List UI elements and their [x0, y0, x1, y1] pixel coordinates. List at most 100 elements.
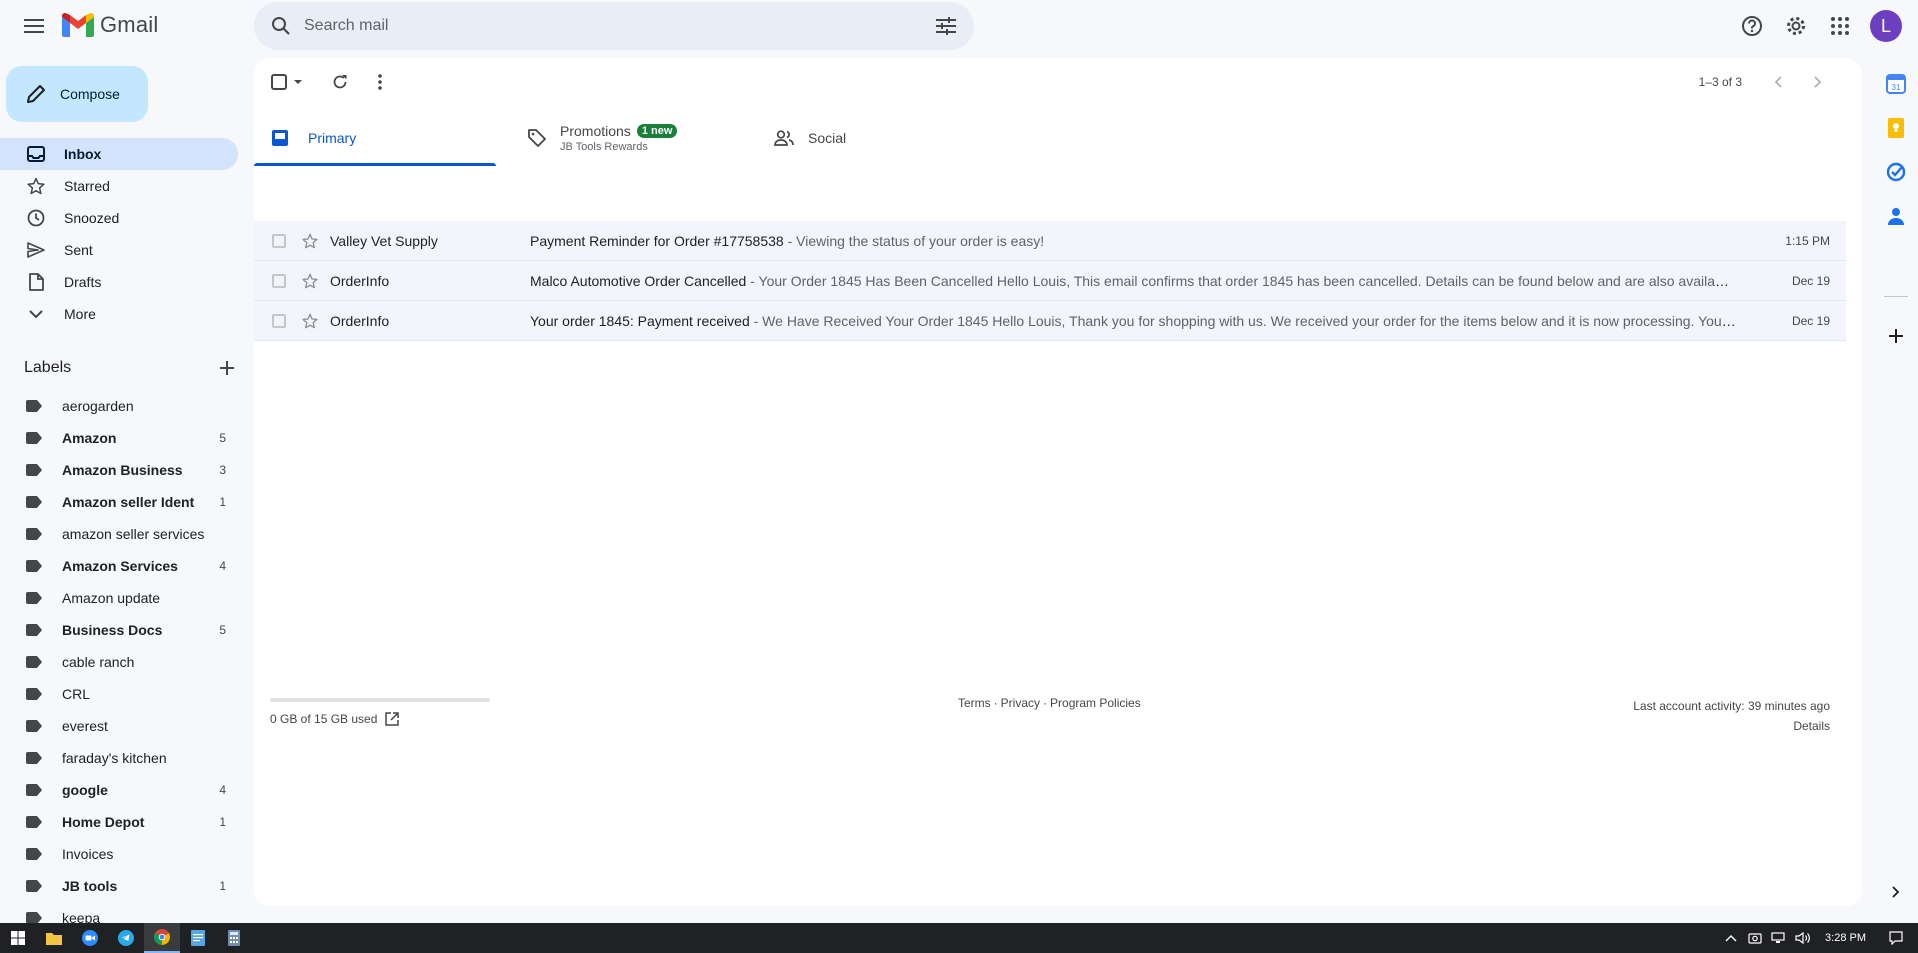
activity-details-link[interactable]: Details: [1633, 716, 1830, 736]
label-item[interactable]: Amazon 5: [0, 422, 238, 454]
system-tray: 3:28 PM: [1719, 923, 1918, 953]
tune-icon: [936, 17, 956, 35]
label-name: CRL: [62, 686, 91, 702]
keep-app-button[interactable]: [1882, 114, 1910, 142]
active-tab-indicator: [254, 163, 496, 166]
newer-button[interactable]: [1762, 66, 1794, 98]
email-row[interactable]: OrderInfo Your order 1845: Payment receiv…: [254, 301, 1846, 341]
taskbar-calculator[interactable]: [216, 923, 252, 953]
nav-item-drafts[interactable]: Drafts: [0, 266, 238, 298]
star-toggle[interactable]: [302, 313, 318, 329]
manage-storage-link[interactable]: [377, 712, 400, 726]
get-addons-button[interactable]: [1882, 322, 1910, 350]
tab-social[interactable]: Social: [774, 110, 1014, 166]
star-icon: [302, 233, 318, 248]
label-icon: [26, 816, 42, 828]
calendar-app-button[interactable]: 31: [1882, 70, 1910, 98]
labels-list: aerogarden Amazon 5 Amazon Business 3 Amazon …: [0, 390, 238, 934]
search-options-button[interactable]: [922, 2, 970, 50]
nav-item-more[interactable]: More: [0, 298, 238, 330]
label-item[interactable]: Amazon update: [0, 582, 238, 614]
draft-icon: [29, 273, 44, 291]
star-toggle[interactable]: [302, 233, 318, 249]
labels-header: Labels: [24, 354, 234, 382]
label-item[interactable]: CRL: [0, 678, 238, 710]
older-button[interactable]: [1802, 66, 1834, 98]
label-item[interactable]: Home Depot 1: [0, 806, 238, 838]
tasks-app-button[interactable]: [1882, 158, 1910, 186]
support-button[interactable]: [1730, 4, 1774, 48]
tab-primary[interactable]: Primary: [254, 110, 496, 166]
label-item[interactable]: everest: [0, 710, 238, 742]
tab-promotions[interactable]: Promotions 1 new JB Tools Rewards: [522, 110, 762, 166]
label-unread-count: 3: [219, 463, 226, 477]
taskbar-zoom[interactable]: [72, 923, 108, 953]
gmail-logo[interactable]: Gmail: [62, 12, 158, 38]
search-button[interactable]: [258, 2, 304, 50]
contacts-app-button[interactable]: [1882, 202, 1910, 230]
label-item[interactable]: Amazon Services 4: [0, 550, 238, 582]
main-nav: Inbox Starred Snoozed Sent Drafts More: [0, 138, 238, 330]
create-label-button[interactable]: [220, 361, 234, 375]
label-item[interactable]: amazon seller services: [0, 518, 238, 550]
terms-link[interactable]: Terms: [958, 696, 991, 710]
search-bar: [254, 2, 974, 50]
tray-meet-now[interactable]: [1743, 923, 1767, 953]
main-menu-button[interactable]: [14, 10, 54, 42]
label-item[interactable]: JB tools 1: [0, 870, 238, 902]
privacy-link[interactable]: Privacy: [1001, 696, 1040, 710]
taskbar-notepad[interactable]: [180, 923, 216, 953]
select-all-checkbox[interactable]: [266, 66, 310, 98]
email-row[interactable]: Valley Vet Supply Payment Reminder for Or…: [254, 221, 1846, 261]
row-checkbox[interactable]: [272, 313, 286, 328]
contacts-icon: [1888, 208, 1904, 225]
start-button[interactable]: [0, 923, 36, 953]
refresh-button[interactable]: [324, 66, 356, 98]
taskbar-telegram[interactable]: [108, 923, 144, 953]
storage-info: 0 GB of 15 GB used: [270, 698, 490, 726]
email-row[interactable]: OrderInfo Malco Automotive Order Cancelle…: [254, 261, 1846, 301]
google-apps-button[interactable]: [1818, 4, 1862, 48]
footer-links: Terms · Privacy · Program Policies: [958, 696, 1141, 710]
account-avatar[interactable]: L: [1870, 10, 1902, 42]
nav-item-snoozed[interactable]: Snoozed: [0, 202, 238, 234]
program-policies-link[interactable]: Program Policies: [1050, 696, 1141, 710]
apps-grid-icon: [1831, 17, 1849, 35]
tray-volume[interactable]: [1791, 923, 1815, 953]
nav-label: Inbox: [64, 146, 102, 162]
show-side-panel-button[interactable]: [1882, 878, 1910, 906]
nav-item-starred[interactable]: Starred: [0, 170, 238, 202]
new-count-badge: 1 new: [636, 124, 678, 138]
label-unread-count: 1: [219, 879, 226, 893]
row-checkbox[interactable]: [272, 273, 286, 288]
star-toggle[interactable]: [302, 273, 318, 289]
settings-button[interactable]: [1774, 4, 1818, 48]
tray-network[interactable]: [1767, 923, 1791, 953]
label-item[interactable]: Invoices: [0, 838, 238, 870]
compose-button[interactable]: Compose: [6, 66, 148, 122]
tab-label: Social: [808, 130, 847, 146]
label-item[interactable]: Business Docs 5: [0, 614, 238, 646]
label-item[interactable]: google 4: [0, 774, 238, 806]
plus-icon: [1889, 329, 1903, 343]
camera-icon: [1748, 933, 1762, 944]
search-input[interactable]: [304, 2, 922, 50]
more-actions-button[interactable]: [364, 66, 396, 98]
label-item[interactable]: faraday's kitchen: [0, 742, 238, 774]
chevron-left-icon: [1774, 76, 1782, 88]
taskbar-chrome[interactable]: [144, 923, 180, 953]
tray-overflow-button[interactable]: [1719, 923, 1743, 953]
row-checkbox[interactable]: [272, 233, 286, 248]
nav-item-inbox[interactable]: Inbox: [0, 138, 238, 170]
label-item[interactable]: cable ranch: [0, 646, 238, 678]
label-unread-count: 5: [219, 431, 226, 445]
clock-icon: [27, 209, 45, 227]
label-icon: [26, 848, 42, 860]
label-item[interactable]: Amazon seller Ident 1: [0, 486, 238, 518]
label-item[interactable]: Amazon Business 3: [0, 454, 238, 486]
taskbar-file-explorer[interactable]: [36, 923, 72, 953]
taskbar-clock[interactable]: 3:28 PM: [1825, 932, 1866, 944]
label-item[interactable]: aerogarden: [0, 390, 238, 422]
notification-center-button[interactable]: [1884, 923, 1908, 953]
nav-item-sent[interactable]: Sent: [0, 234, 238, 266]
